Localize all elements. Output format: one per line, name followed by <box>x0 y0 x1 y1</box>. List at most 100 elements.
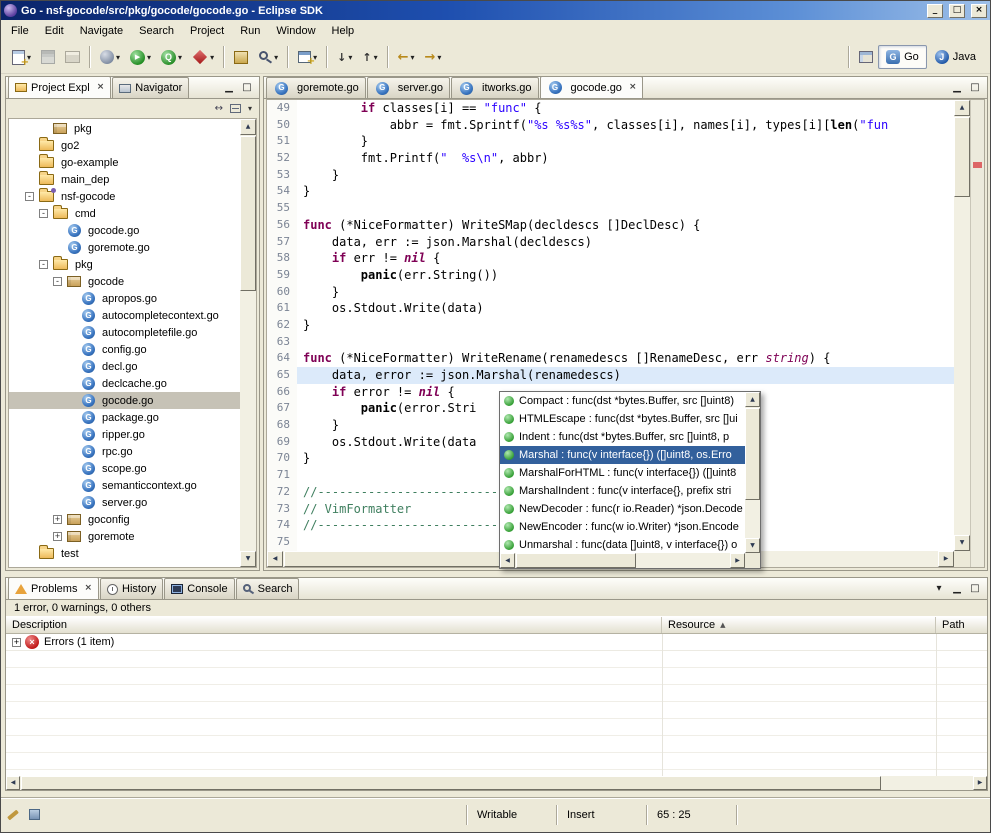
view-minimize-icon[interactable]: ▁ <box>948 80 966 96</box>
menu-window[interactable]: Window <box>268 22 323 40</box>
previous-annotation-button[interactable]: ↑▾ <box>358 45 381 69</box>
code-line-62[interactable]: 62} <box>267 317 954 334</box>
print-button[interactable] <box>61 45 84 69</box>
code-line-56[interactable]: 56func (*NiceFormatter) WriteSMap(declde… <box>267 217 954 234</box>
code-line-57[interactable]: 57 data, err := json.Marshal(decldescs) <box>267 234 954 251</box>
code-line-60[interactable]: 60 } <box>267 284 954 301</box>
expand-expander-icon[interactable]: + <box>53 532 62 541</box>
view-tab-problems[interactable]: Problems× <box>8 577 99 599</box>
expand-expander-icon[interactable]: + <box>53 515 62 524</box>
menu-run[interactable]: Run <box>232 22 268 40</box>
scrollbar-thumb[interactable] <box>516 553 636 568</box>
editor-vertical-scrollbar[interactable]: ▲ ▼ <box>954 100 970 551</box>
problems-horizontal-scrollbar[interactable]: ◀ ▶ <box>6 776 987 790</box>
collapse-expander-icon[interactable]: - <box>39 260 48 269</box>
external-tools-button[interactable]: ▾ <box>96 45 124 69</box>
completion-item-newencoder[interactable]: NewEncoder : func(w io.Writer) *json.Enc… <box>500 518 745 536</box>
code-line-52[interactable]: 52 fmt.Printf(" %s\n", abbr) <box>267 150 954 167</box>
forward-button[interactable]: →▾ <box>421 45 446 69</box>
tree-item-package-go[interactable]: Gpackage.go <box>9 409 240 426</box>
completion-item-unmarshal[interactable]: Unmarshal : func(data []uint8, v interfa… <box>500 536 745 553</box>
minimize-button[interactable]: _ <box>927 4 943 18</box>
scrollbar-thumb[interactable] <box>954 117 970 197</box>
code-line-63[interactable]: 63 <box>267 334 954 351</box>
collapse-expander-icon[interactable]: - <box>53 277 62 286</box>
editor-tab-server-go[interactable]: Gserver.go <box>367 77 450 98</box>
column-header-path[interactable]: Path <box>936 617 987 633</box>
completion-item-compact[interactable]: Compact : func(dst *bytes.Buffer, src []… <box>500 392 745 410</box>
error-marker[interactable] <box>973 162 982 168</box>
tree-item-nsf-gocode[interactable]: -nsf-gocode <box>9 188 240 205</box>
maximize-button[interactable]: □ <box>949 4 965 18</box>
tree-item-autocompletefile-go[interactable]: Gautocompletefile.go <box>9 324 240 341</box>
expand-icon[interactable]: + <box>12 638 21 647</box>
open-perspective-button[interactable] <box>855 45 877 69</box>
tree-item-main-dep[interactable]: main_dep <box>9 171 240 188</box>
code-line-65[interactable]: 65 data, error := json.Marshal(renamedes… <box>267 367 954 384</box>
scroll-left-icon[interactable]: ◀ <box>267 551 283 567</box>
tree-item-semanticcontext-go[interactable]: Gsemanticcontext.go <box>9 477 240 494</box>
view-minimize-icon[interactable]: ▁ <box>948 581 966 597</box>
close-icon[interactable]: × <box>629 83 637 92</box>
link-with-editor-icon[interactable]: ↔ <box>215 104 223 114</box>
pencil-icon[interactable] <box>7 809 19 820</box>
menu-project[interactable]: Project <box>182 22 232 40</box>
column-header-description[interactable]: Description <box>6 617 662 633</box>
close-button[interactable]: × <box>971 4 987 18</box>
tree-item-goremote-go[interactable]: Ggoremote.go <box>9 239 240 256</box>
tree-item-apropos-go[interactable]: Gapropos.go <box>9 290 240 307</box>
editor-tab-goremote-go[interactable]: Ggoremote.go <box>266 77 366 98</box>
tree-item-server-go[interactable]: Gserver.go <box>9 494 240 511</box>
back-button[interactable]: ←▾ <box>394 45 419 69</box>
code-line-54[interactable]: 54} <box>267 183 954 200</box>
column-header-resource[interactable]: Resource▲ <box>662 617 936 633</box>
view-minimize-icon[interactable]: ▁ <box>220 80 238 96</box>
view-maximize-icon[interactable]: □ <box>966 80 984 96</box>
overview-ruler[interactable] <box>970 100 984 567</box>
column-divider[interactable] <box>662 634 663 776</box>
scroll-up-icon[interactable]: ▲ <box>240 119 256 135</box>
new-element-button[interactable]: ▾ <box>294 45 321 69</box>
tree-item-pkg[interactable]: pkg <box>9 120 240 137</box>
scroll-left-icon[interactable]: ◀ <box>6 776 20 790</box>
scroll-down-icon[interactable]: ▼ <box>240 551 256 567</box>
menu-file[interactable]: File <box>3 22 37 40</box>
scrollbar-thumb[interactable] <box>745 408 760 500</box>
code-line-58[interactable]: 58 if err != nil { <box>267 250 954 267</box>
code-line-50[interactable]: 50 abbr = fmt.Sprintf("%s %s%s", classes… <box>267 117 954 134</box>
explorer-scrollbar[interactable]: ▲ ▼ <box>240 119 256 567</box>
code-line-53[interactable]: 53 } <box>267 167 954 184</box>
tree-item-scope-go[interactable]: Gscope.go <box>9 460 240 477</box>
view-menu-icon[interactable]: ▾ <box>248 105 252 113</box>
view-tab-history[interactable]: History <box>100 578 163 599</box>
new-wizard-button[interactable]: ▾ <box>8 45 35 69</box>
view-maximize-icon[interactable]: □ <box>238 80 256 96</box>
open-type-button[interactable] <box>230 45 252 69</box>
completion-item-indent[interactable]: Indent : func(dst *bytes.Buffer, src []u… <box>500 428 745 446</box>
menu-edit[interactable]: Edit <box>37 22 72 40</box>
scroll-up-icon[interactable]: ▲ <box>745 392 760 407</box>
scroll-right-icon[interactable]: ▶ <box>938 551 954 567</box>
scrollbar-thumb[interactable] <box>21 776 881 790</box>
view-tab-project-expl[interactable]: Project Expl× <box>8 76 111 98</box>
view-tab-console[interactable]: Console <box>164 578 234 599</box>
menu-help[interactable]: Help <box>324 22 363 40</box>
collapse-expander-icon[interactable]: - <box>39 209 48 218</box>
perspective-java[interactable]: JJava <box>927 45 984 69</box>
tree-item-go-example[interactable]: go-example <box>9 154 240 171</box>
tree-item-autocompletecontext-go[interactable]: Gautocompletecontext.go <box>9 307 240 324</box>
scroll-down-icon[interactable]: ▼ <box>745 538 760 553</box>
tree-item-test[interactable]: test <box>9 545 240 562</box>
tree-item-ripper-go[interactable]: Gripper.go <box>9 426 240 443</box>
code-line-61[interactable]: 61 os.Stdout.Write(data) <box>267 300 954 317</box>
scroll-right-icon[interactable]: ▶ <box>973 776 987 790</box>
editor-tab-gocode-go[interactable]: Ggocode.go× <box>540 76 644 98</box>
tree-item-gocode-go[interactable]: Ggocode.go <box>9 222 240 239</box>
view-menu-icon[interactable]: ▾ <box>930 581 948 597</box>
tree-item-decl-go[interactable]: Gdecl.go <box>9 358 240 375</box>
view-tab-navigator[interactable]: Navigator <box>112 77 189 98</box>
completion-item-htmlescape[interactable]: HTMLEscape : func(dst *bytes.Buffer, src… <box>500 410 745 428</box>
scroll-left-icon[interactable]: ◀ <box>500 553 515 568</box>
scroll-up-icon[interactable]: ▲ <box>954 100 970 116</box>
code-line-51[interactable]: 51 } <box>267 133 954 150</box>
